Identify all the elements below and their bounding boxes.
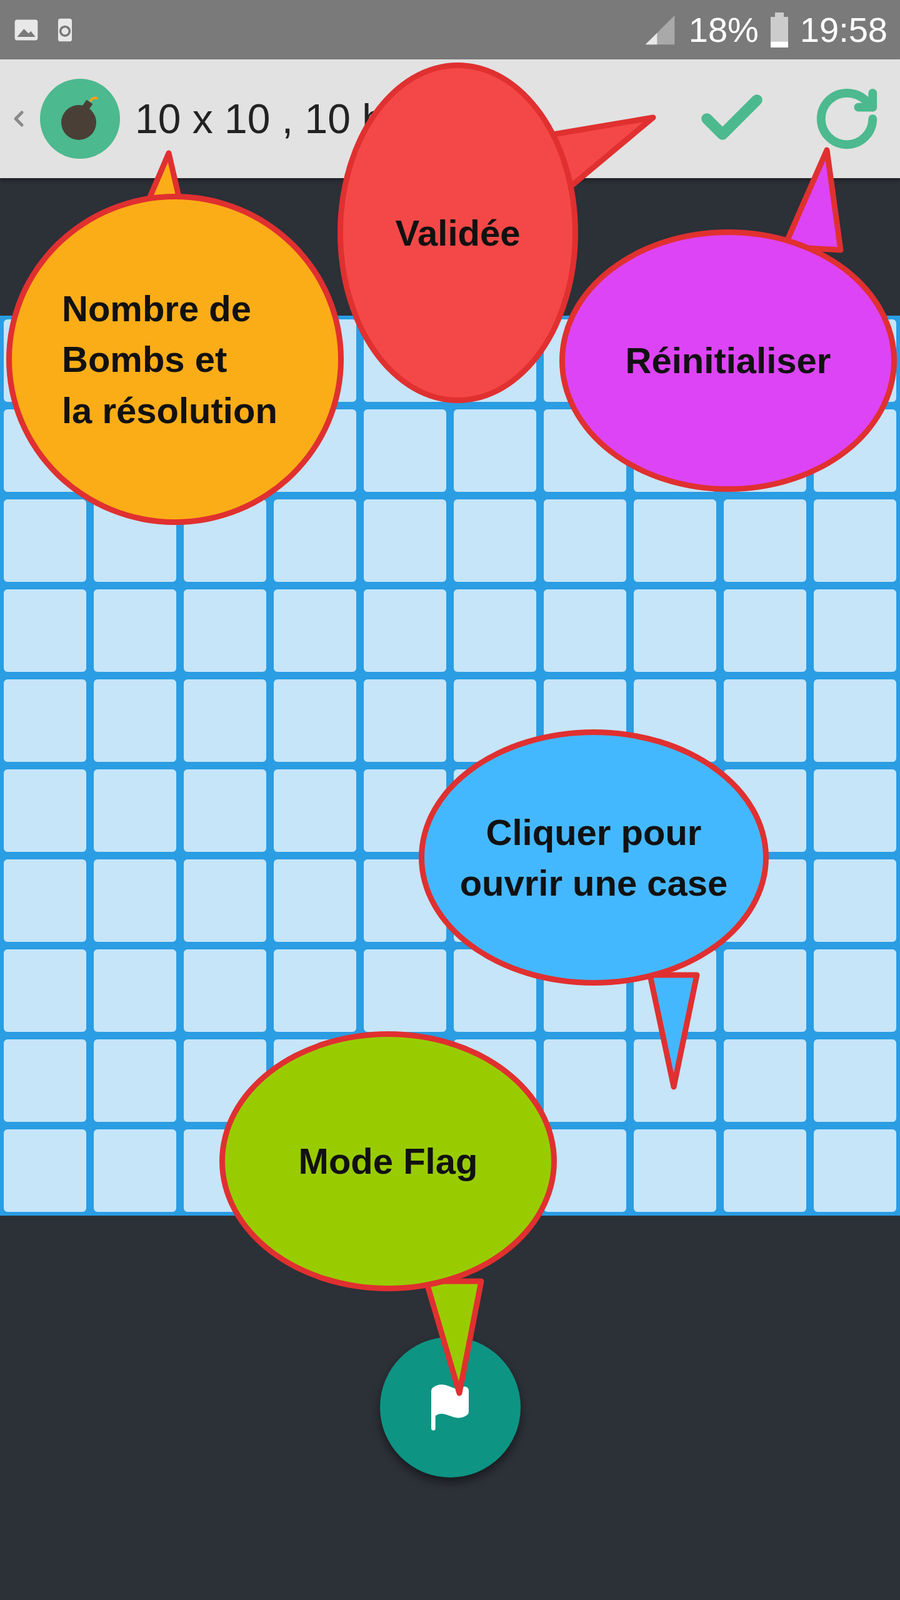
grid-cell[interactable] [273,589,357,672]
grid-cell[interactable] [273,679,357,762]
grid-cell[interactable] [93,949,177,1032]
annotation-text: Validée [395,207,521,259]
bomb-badge [40,78,120,159]
grid-cell[interactable] [3,1129,87,1212]
grid-cell[interactable] [543,1039,627,1122]
annotation-text: la résolution [61,385,278,436]
annotation-text: ouvrir une case [460,857,729,909]
grid-cell[interactable] [633,499,717,582]
flag-icon[interactable] [425,1382,475,1433]
grid-cell[interactable] [723,949,807,1032]
annotation-text: Mode Flag [298,1135,479,1187]
annotation-bubble: Cliquer pourouvrir une case [418,729,769,986]
grid-cell[interactable] [813,949,897,1032]
grid-cell[interactable] [3,769,87,852]
recycle-icon [51,16,79,44]
grid-cell[interactable] [3,859,87,942]
grid-cell[interactable] [183,679,267,762]
grid-cell[interactable] [3,1039,87,1122]
battery-level: 18% [688,9,759,50]
grid-cell[interactable] [723,499,807,582]
grid-cell[interactable] [723,1129,807,1212]
grid-cell[interactable] [3,679,87,762]
annotation-text: Bombs et [61,333,227,385]
grid-cell[interactable] [813,1039,897,1122]
grid-cell[interactable] [3,589,87,672]
grid-cell[interactable] [723,679,807,762]
minesweeper-screen: 18% 19:58 10 x 10 , 10 b Nombre deBombs etl… [0,0,900,1600]
grid-cell[interactable] [363,949,447,1032]
grid-cell[interactable] [813,1129,897,1212]
bubble-tail [784,150,841,250]
grid-cell[interactable] [183,769,267,852]
grid-cell[interactable] [453,409,537,492]
annotation-text: Nombre de [61,283,252,334]
grid-cell[interactable] [363,409,447,492]
bubble-tail [426,1281,482,1394]
grid-cell[interactable] [273,949,357,1032]
grid-cell[interactable] [93,769,177,852]
grid-cell[interactable] [273,769,357,852]
grid-cell[interactable] [3,499,87,582]
annotation-bubble: Réinitialiser [559,229,897,492]
status-bar: 18% 19:58 [0,0,900,60]
grid-cell[interactable] [543,589,627,672]
grid-cell[interactable] [813,679,897,762]
board-info: 10 x 10 , 10 b [135,95,385,143]
check-icon[interactable] [694,81,770,157]
bubble-tail [650,975,697,1087]
grid-cell[interactable] [813,499,897,582]
reset-button[interactable] [806,78,888,160]
grid-cell[interactable] [453,589,537,672]
annotation-text: Réinitialiser [625,335,832,386]
grid-cell[interactable] [93,679,177,762]
signal-icon [642,12,678,48]
bomb-icon [55,93,105,144]
grid-cell[interactable] [633,589,717,672]
annotation-bubble: Mode Flag [219,1031,557,1292]
annotation-text: Cliquer pour [486,806,702,858]
grid-cell[interactable] [543,499,627,582]
grid-cell[interactable] [93,589,177,672]
grid-cell[interactable] [723,1039,807,1122]
grid-cell[interactable] [633,1039,717,1122]
grid-cell[interactable] [183,949,267,1032]
grid-cell[interactable] [633,1129,717,1212]
grid-cell[interactable] [183,859,267,942]
grid-cell[interactable] [723,589,807,672]
back-icon[interactable] [6,106,32,132]
grid-cell[interactable] [813,769,897,852]
annotation-bubble: Nombre deBombs etla résolution [6,193,344,525]
grid-cell[interactable] [273,499,357,582]
flag-mode-button[interactable] [380,1336,521,1478]
validate-button[interactable] [691,78,773,160]
annotation-bubble: Validée [337,62,579,404]
grid-cell[interactable] [93,1129,177,1212]
grid-cell[interactable] [363,589,447,672]
refresh-icon[interactable] [812,84,882,154]
grid-cell[interactable] [3,949,87,1032]
grid-cell[interactable] [363,679,447,762]
grid-cell[interactable] [183,589,267,672]
grid-cell[interactable] [813,589,897,672]
grid-cell[interactable] [93,1039,177,1122]
clock: 19:58 [800,9,888,50]
grid-cell[interactable] [813,859,897,942]
grid-cell[interactable] [93,859,177,942]
battery-icon [770,12,789,48]
grid-cell[interactable] [453,499,537,582]
gallery-icon [12,16,40,44]
grid-cell[interactable] [363,499,447,582]
grid-cell[interactable] [273,859,357,942]
